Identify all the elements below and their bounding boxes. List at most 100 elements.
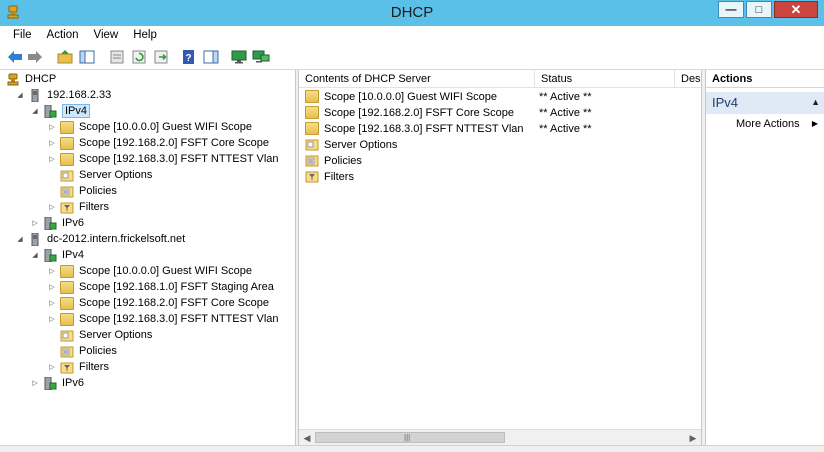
ipv4-icon [44, 248, 57, 262]
tree-server-options[interactable]: Server Options [60, 167, 152, 183]
ipv6-icon [44, 216, 57, 230]
window-title: DHCP [390, 4, 434, 21]
help-icon[interactable]: ? [180, 48, 198, 66]
tree-scope[interactable]: ▷ Scope [10.0.0.0] Guest WIFI Scope [47, 263, 252, 279]
back-arrow-icon[interactable] [6, 48, 24, 66]
expand-arrow-icon[interactable]: ▷ [47, 363, 57, 371]
minimize-button[interactable]: — [718, 1, 744, 18]
minimize-icon: — [725, 3, 737, 16]
expand-arrow-icon[interactable]: ▷ [47, 139, 57, 147]
expand-arrow-icon[interactable]: ▷ [47, 203, 57, 211]
tree-server-1-ipv4[interactable]: ◢ IPv4 [30, 103, 91, 119]
policies-icon [60, 186, 74, 197]
title-bar: DHCP — □ ✕ [0, 0, 824, 26]
policies-icon [305, 155, 319, 167]
maximize-icon: □ [755, 3, 763, 16]
properties-icon[interactable] [108, 48, 126, 66]
tree-label: Scope [10.0.0.0] Guest WIFI Scope [79, 265, 253, 277]
list-header: Contents of DHCP Server Status Desc [299, 70, 701, 88]
tree-scope[interactable]: ▷ Scope [192.168.1.0] FSFT Staging Area [47, 279, 274, 295]
menu-action[interactable]: Action [40, 29, 87, 41]
list-item[interactable]: Filters [299, 169, 701, 185]
show-hide-action-pane-icon[interactable] [202, 48, 220, 66]
folder-icon [60, 152, 74, 166]
list-item[interactable]: Scope [192.168.3.0] FSFT NTTEST Vlan ** … [299, 121, 701, 137]
list-item[interactable]: Scope [192.168.2.0] FSFT Core Scope ** A… [299, 105, 701, 121]
menu-view[interactable]: View [87, 29, 127, 41]
scroll-right-icon[interactable]: ▶ [686, 431, 700, 445]
tree-scope[interactable]: ▷ Scope [192.168.3.0] FSFT NTTEST Vlan [47, 151, 279, 167]
folder-icon [60, 136, 74, 150]
expand-arrow-icon[interactable]: ▷ [47, 123, 57, 131]
column-header-description[interactable]: Desc [675, 70, 701, 88]
refresh-icon[interactable] [130, 48, 148, 66]
monitor-icon[interactable] [230, 48, 248, 66]
tree-scope[interactable]: ▷ Scope [192.168.3.0] FSFT NTTEST Vlan [47, 311, 279, 327]
tree-filters[interactable]: ▷ Filters [47, 359, 109, 375]
expand-arrow-icon[interactable]: ▷ [47, 299, 57, 307]
show-hide-tree-icon[interactable] [78, 48, 96, 66]
ipv6-icon [44, 376, 57, 390]
expand-arrow-icon[interactable]: ▷ [47, 283, 57, 291]
folder-icon [60, 296, 74, 310]
column-header-contents[interactable]: Contents of DHCP Server [299, 70, 535, 88]
tree-policies[interactable]: Policies [60, 183, 117, 199]
forward-arrow-icon[interactable] [26, 48, 44, 66]
expand-arrow-icon[interactable]: ▷ [47, 267, 57, 275]
monitor-network-icon[interactable] [252, 48, 270, 66]
tree-server-1-ipv6[interactable]: ▷ IPv6 [30, 215, 84, 231]
up-folder-icon[interactable] [56, 48, 74, 66]
tree-label: Policies [79, 345, 117, 357]
collapse-arrow-icon[interactable]: ◢ [30, 107, 40, 115]
tree-label: Scope [10.0.0.0] Guest WIFI Scope [79, 121, 253, 133]
dhcp-icon [7, 73, 19, 85]
tree-label: 192.168.2.33 [47, 89, 112, 101]
tree-server-1[interactable]: ◢ 192.168.2.33 [15, 87, 111, 103]
list-item[interactable]: Server Options [299, 137, 701, 153]
content-list: Contents of DHCP Server Status Desc Scop… [298, 70, 702, 445]
scrollbar-thumb[interactable]: ||| [315, 432, 505, 443]
item-status: ** Active ** [539, 107, 592, 119]
folder-icon [305, 106, 319, 119]
maximize-button[interactable]: □ [746, 1, 772, 18]
tree-server-2-ipv6[interactable]: ▷ IPv6 [30, 375, 84, 391]
more-actions-item[interactable]: More Actions ▶ [706, 114, 824, 134]
tree-label: Scope [192.168.3.0] FSFT NTTEST Vlan [79, 153, 279, 165]
tree-filters[interactable]: ▷ Filters [47, 199, 109, 215]
scroll-left-icon[interactable]: ◀ [300, 431, 314, 445]
expand-arrow-icon[interactable]: ▷ [30, 379, 40, 387]
policies-icon [60, 346, 74, 357]
submenu-arrow-icon: ▶ [811, 119, 818, 128]
export-list-icon[interactable] [152, 48, 170, 66]
menu-file[interactable]: File [6, 29, 40, 41]
collapse-arrow-icon[interactable]: ◢ [15, 235, 25, 243]
actions-section-ipv4[interactable]: IPv4 ▲ [706, 92, 824, 114]
server-options-icon [60, 170, 74, 181]
collapse-arrow-icon[interactable]: ◢ [15, 91, 25, 99]
close-button[interactable]: ✕ [774, 1, 818, 18]
collapse-arrow-icon[interactable]: ◢ [30, 251, 40, 259]
collapse-up-icon[interactable]: ▲ [811, 97, 820, 107]
tree-scope[interactable]: ▷ Scope [192.168.2.0] FSFT Core Scope [47, 135, 269, 151]
list-item[interactable]: Scope [10.0.0.0] Guest WIFI Scope ** Act… [299, 89, 701, 105]
tree-server-2[interactable]: ◢ dc-2012.intern.frickelsoft.net [15, 231, 185, 247]
filters-icon [60, 362, 74, 373]
expand-arrow-icon[interactable]: ▷ [30, 219, 40, 227]
folder-icon [60, 264, 74, 278]
item-name: Scope [10.0.0.0] Guest WIFI Scope [324, 90, 498, 103]
tree-scope[interactable]: ▷ Scope [192.168.2.0] FSFT Core Scope [47, 295, 269, 311]
menu-help[interactable]: Help [126, 29, 165, 41]
server-icon [31, 88, 39, 102]
tree-label: Scope [192.168.2.0] FSFT Core Scope [79, 137, 269, 149]
column-header-status[interactable]: Status [535, 70, 675, 88]
filters-icon [60, 202, 74, 213]
tree-server-options[interactable]: Server Options [60, 327, 152, 343]
expand-arrow-icon[interactable]: ▷ [47, 155, 57, 163]
tree-server-2-ipv4[interactable]: ◢ IPv4 [30, 247, 84, 263]
list-item[interactable]: Policies [299, 153, 701, 169]
horizontal-scrollbar[interactable]: ◀ ||| ▶ [299, 429, 701, 445]
tree-root-dhcp[interactable]: DHCP [6, 71, 56, 87]
tree-scope[interactable]: ▷ Scope [10.0.0.0] Guest WIFI Scope [47, 119, 252, 135]
expand-arrow-icon[interactable]: ▷ [47, 315, 57, 323]
tree-policies[interactable]: Policies [60, 343, 117, 359]
